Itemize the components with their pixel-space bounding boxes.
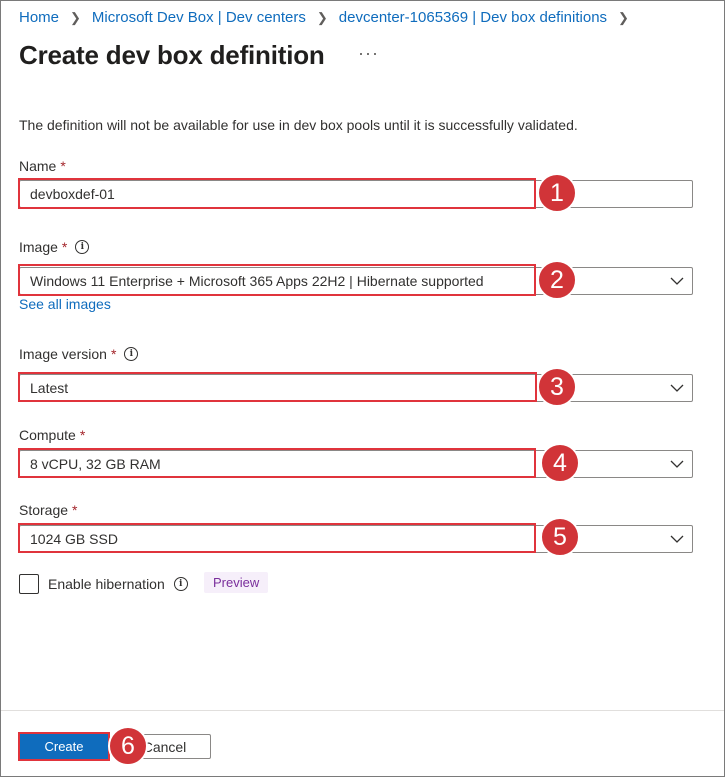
chevron-down-icon [670, 460, 684, 468]
chevron-down-icon [670, 277, 684, 285]
chevron-down-icon [670, 384, 684, 392]
highlight-box [18, 178, 536, 209]
breadcrumb-dev-centers[interactable]: Microsoft Dev Box | Dev centers [92, 9, 306, 26]
enable-hibernation-checkbox[interactable] [19, 574, 39, 594]
highlight-box [18, 448, 536, 478]
more-options-icon[interactable]: ··· [358, 43, 379, 64]
chevron-right-icon: ❯ [618, 9, 629, 25]
breadcrumb: Home ❯ Microsoft Dev Box | Dev centers ❯… [19, 9, 640, 26]
required-indicator: * [79, 427, 86, 443]
highlight-box [18, 372, 537, 402]
highlight-box [18, 264, 536, 296]
footer-divider [1, 710, 724, 711]
image-version-label: Image version * i [19, 346, 139, 362]
name-label: Name * [19, 158, 66, 174]
chevron-right-icon: ❯ [70, 9, 81, 25]
preview-badge: Preview [204, 572, 269, 593]
callout-badge-5: 5 [540, 517, 580, 557]
info-icon[interactable]: i [124, 347, 139, 361]
validation-info-text: The definition will not be available for… [19, 117, 578, 133]
chevron-down-icon [670, 535, 684, 543]
chevron-right-icon: ❯ [316, 9, 328, 25]
breadcrumb-dev-box-definitions[interactable]: devcenter-1065369 | Dev box definitions [339, 9, 607, 26]
required-indicator: * [110, 346, 117, 362]
compute-label: Compute * [19, 427, 86, 443]
enable-hibernation-label: Enable hibernation i [48, 576, 188, 592]
callout-badge-2: 2 [537, 260, 577, 300]
highlight-box [18, 732, 110, 761]
storage-label: Storage * [19, 502, 78, 518]
callout-badge-6: 6 [108, 726, 148, 766]
see-all-images-link[interactable]: See all images [19, 296, 111, 312]
callout-badge-1: 1 [537, 173, 577, 213]
callout-badge-3: 3 [537, 367, 577, 407]
info-icon[interactable]: i [173, 577, 188, 591]
breadcrumb-home[interactable]: Home [19, 9, 59, 26]
required-indicator: * [72, 502, 78, 518]
image-label: Image * i [19, 239, 90, 255]
callout-badge-4: 4 [540, 443, 580, 483]
required-indicator: * [61, 239, 68, 255]
required-indicator: * [60, 158, 66, 174]
info-icon[interactable]: i [75, 240, 90, 254]
page-title: Create dev box definition [19, 40, 325, 70]
highlight-box [18, 523, 536, 553]
